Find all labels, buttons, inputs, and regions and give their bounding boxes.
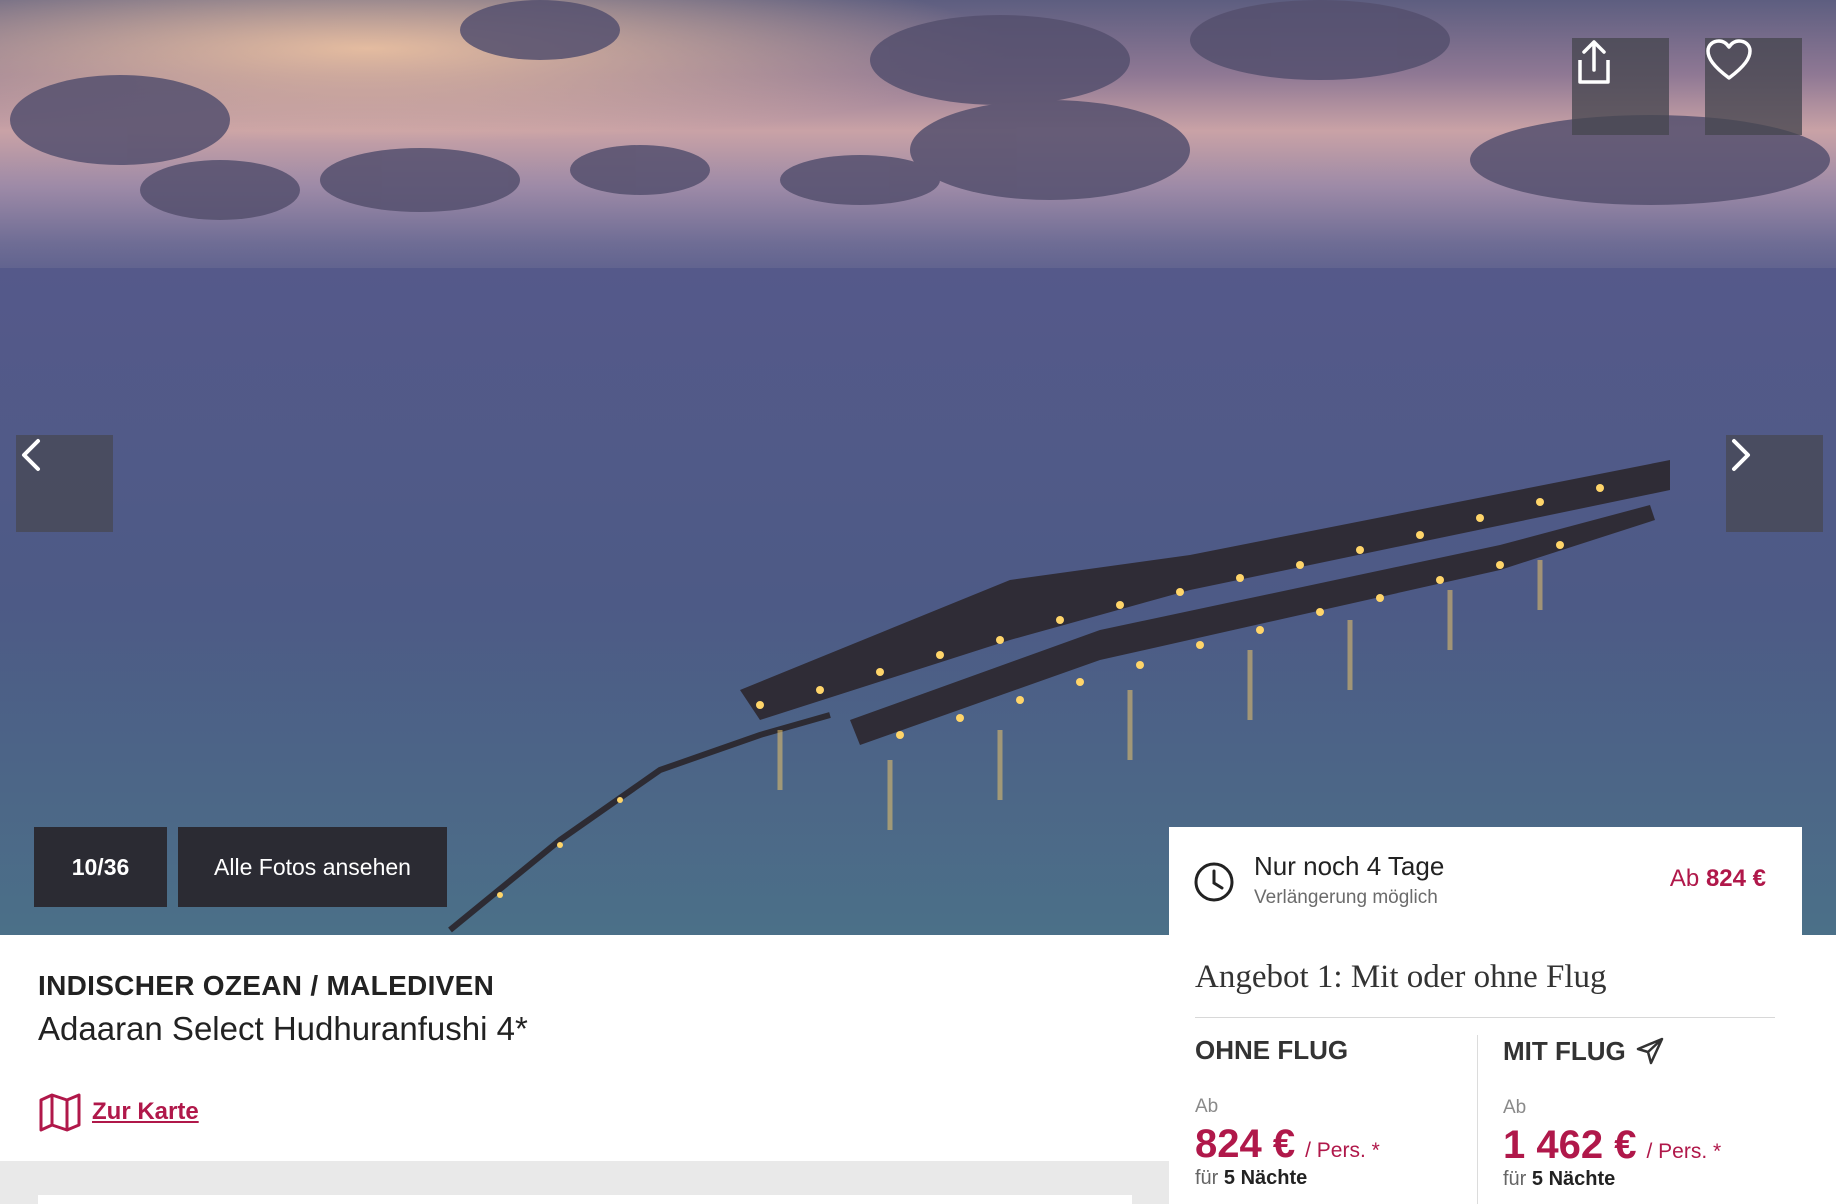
clock-icon bbox=[1194, 862, 1234, 902]
option-duration: für 5 Nächte bbox=[1503, 1168, 1721, 1191]
photo-counter: 10/36 bbox=[34, 827, 167, 907]
price-per-person: / Pers. * bbox=[1305, 1139, 1380, 1162]
heart-icon bbox=[1706, 39, 1752, 80]
deal-banner: Nur noch 4 Tage Verlängerung möglich Ab … bbox=[1169, 827, 1802, 935]
deal-price: Ab 824 € bbox=[1670, 865, 1766, 893]
offer-title: Angebot 1: Mit oder ohne Flug bbox=[1195, 959, 1607, 995]
hotel-name: Adaaran Select Hudhuranfushi 4* bbox=[38, 1010, 528, 1047]
share-button[interactable] bbox=[1572, 38, 1669, 135]
all-photos-button[interactable]: Alle Fotos ansehen bbox=[178, 827, 447, 907]
price-from-label: Ab bbox=[1503, 1097, 1527, 1118]
option-divider bbox=[1477, 1035, 1478, 1204]
price-from-label: Ab bbox=[1195, 1096, 1219, 1117]
map-link-label[interactable]: Zur Karte bbox=[92, 1098, 199, 1126]
chevron-right-icon bbox=[1732, 439, 1750, 471]
previous-photo-button[interactable] bbox=[16, 435, 113, 532]
hotel-region: INDISCHER OZEAN / MALEDIVEN bbox=[38, 970, 495, 1001]
option-duration: für 5 Nächte bbox=[1195, 1167, 1380, 1190]
map-icon bbox=[39, 1093, 81, 1132]
option-heading: OHNE FLUG bbox=[1195, 1035, 1349, 1065]
deal-title: Nur noch 4 Tage bbox=[1254, 851, 1445, 881]
offer-option-without-flight[interactable]: OHNE FLUG Ab 824 € / Pers. * für 5 Nächt… bbox=[1195, 1035, 1380, 1190]
option-price: 824 € bbox=[1195, 1122, 1296, 1166]
option-heading: MIT FLUG bbox=[1503, 1035, 1626, 1066]
duration-for-label: für bbox=[1195, 1167, 1219, 1189]
plane-icon bbox=[1636, 1037, 1664, 1065]
deal-price-prefix: Ab bbox=[1669, 865, 1700, 892]
offer-divider bbox=[1195, 1017, 1775, 1018]
offer-option-with-flight[interactable]: MIT FLUG Ab 1 462 € / Pers. * für 5 Näch… bbox=[1503, 1035, 1721, 1191]
favorite-button[interactable] bbox=[1705, 38, 1802, 135]
duration-nights: 5 Nächte bbox=[1223, 1167, 1308, 1189]
resort-photo-illustration bbox=[0, 0, 1836, 935]
deal-price-value: 824 € bbox=[1705, 865, 1766, 892]
chevron-left-icon bbox=[22, 439, 40, 471]
duration-nights: 5 Nächte bbox=[1531, 1168, 1616, 1190]
duration-for-label: für bbox=[1503, 1168, 1527, 1190]
offer-panel: Angebot 1: Mit oder ohne Flug OHNE FLUG … bbox=[1169, 935, 1802, 1204]
next-photo-button[interactable] bbox=[1726, 435, 1823, 532]
price-per-person: / Pers. * bbox=[1646, 1140, 1722, 1163]
option-heading-row: MIT FLUG bbox=[1503, 1035, 1721, 1067]
hero-photo[interactable]: 10/36 Alle Fotos ansehen bbox=[0, 0, 1836, 935]
content-card bbox=[38, 1195, 1132, 1204]
deal-subtitle: Verlängerung möglich bbox=[1254, 887, 1438, 908]
share-icon bbox=[1578, 40, 1610, 84]
map-link[interactable]: Zur Karte bbox=[38, 1092, 199, 1132]
option-price: 1 462 € bbox=[1503, 1123, 1637, 1167]
